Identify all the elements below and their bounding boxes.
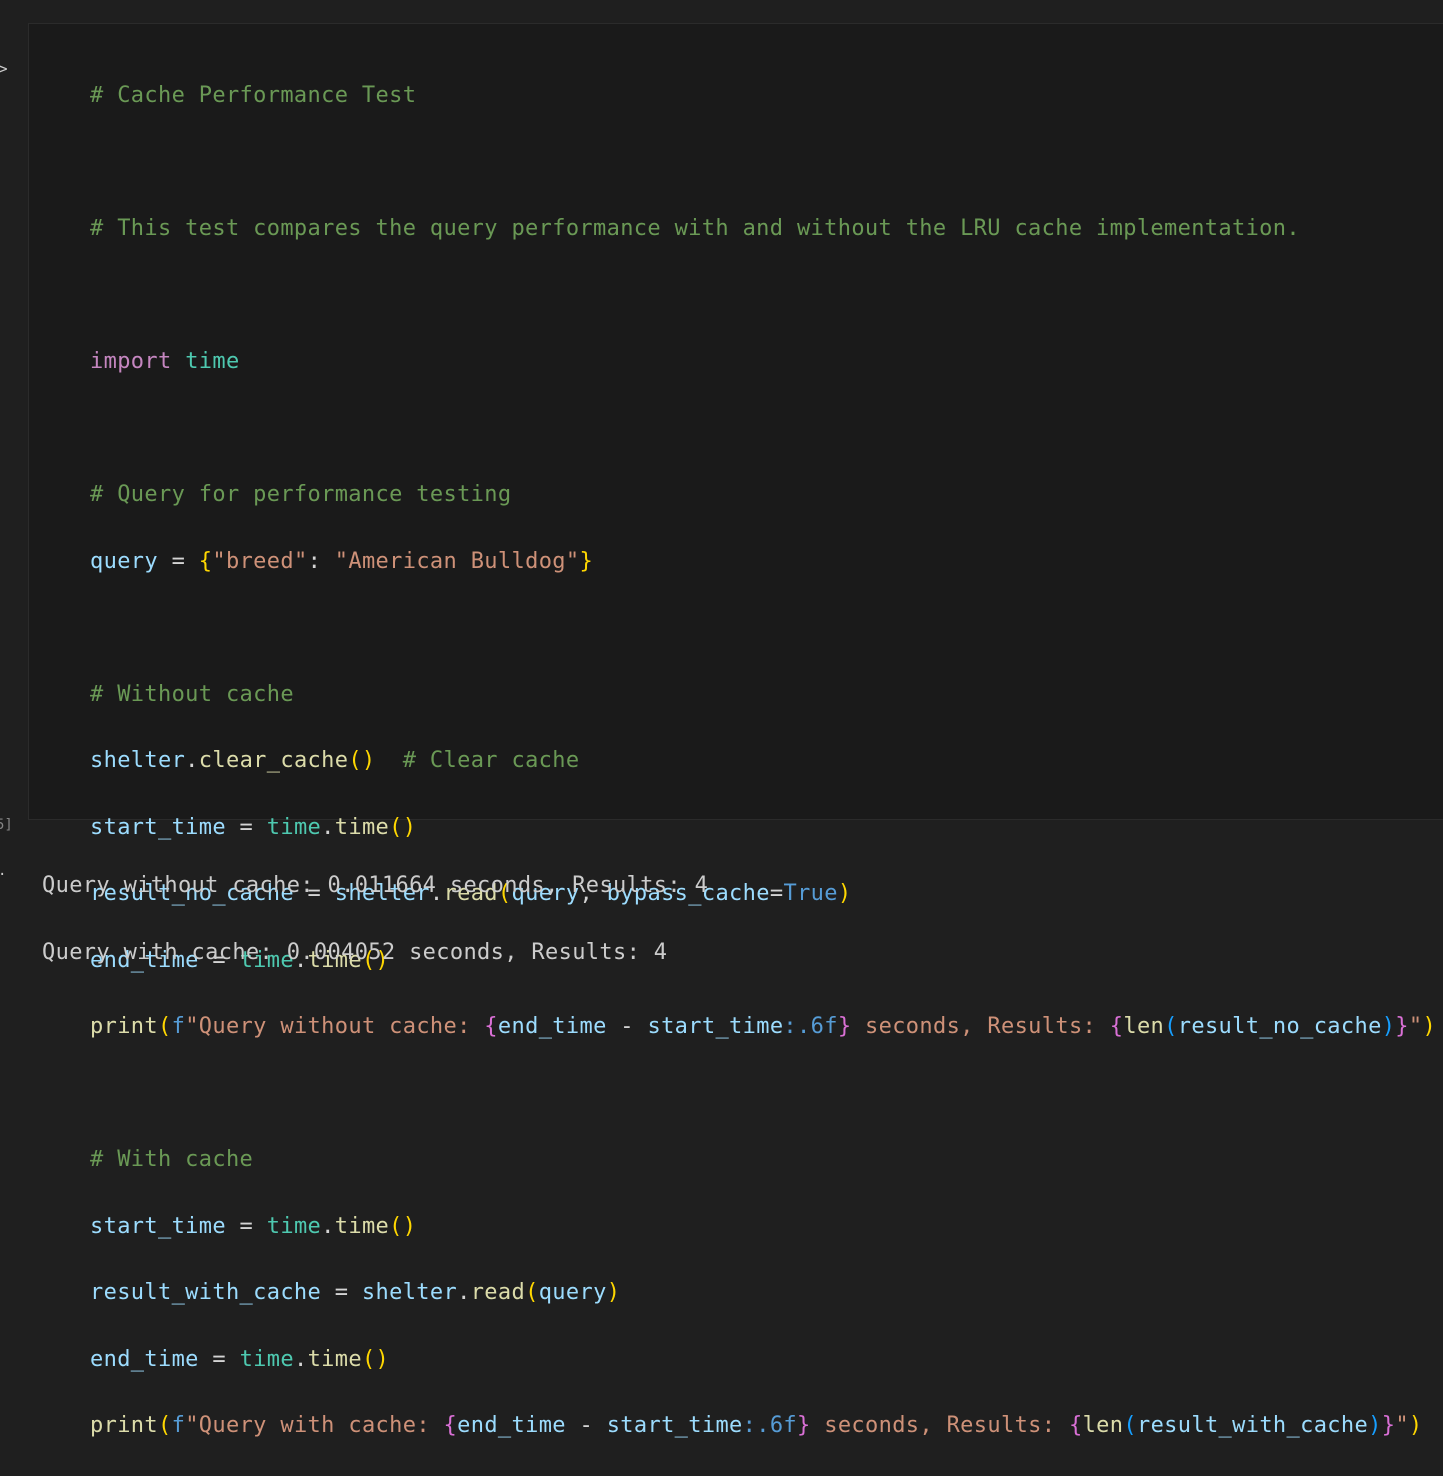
code-block[interactable]: # Cache Performance Test # This test com… xyxy=(90,46,1436,1476)
variable: end_time xyxy=(90,1346,199,1372)
variable: result_no_cache xyxy=(1177,1014,1382,1040)
comment: # Without cache xyxy=(90,681,294,707)
execution-count: 5] xyxy=(0,817,13,833)
function-name: read xyxy=(470,1280,526,1306)
module-name: time xyxy=(266,1213,322,1239)
code-line-8: query = {"breed": "American Bulldog"} xyxy=(90,548,594,574)
comment: # Cache Performance Test xyxy=(90,83,417,109)
code-line-19: result_with_cache = shelter.read(query) xyxy=(90,1280,621,1306)
string-literal: "Query without cache: xyxy=(185,1014,485,1040)
string-literal: " xyxy=(1408,1014,1423,1040)
output-line-2: Query with cache: 0.004052 seconds, Resu… xyxy=(42,939,668,965)
fstring-prefix: f xyxy=(171,1014,186,1040)
string-literal: seconds, Results: xyxy=(810,1413,1069,1439)
comment: # With cache xyxy=(90,1147,254,1173)
function-name: clear_cache xyxy=(198,748,349,774)
output-collapse-icon[interactable]: · xyxy=(0,865,6,885)
module-name: time xyxy=(239,1346,294,1372)
code-line-21: print(f"Query with cache: {end_time - st… xyxy=(90,1413,1423,1439)
variable: query xyxy=(90,548,158,574)
code-cell-editor[interactable]: # Cache Performance Test # This test com… xyxy=(28,23,1443,1438)
format-spec: :.6f xyxy=(783,1014,838,1040)
variable: query xyxy=(538,1280,607,1306)
function-name: print xyxy=(90,1014,158,1040)
collapse-chevron-icon[interactable]: > xyxy=(0,59,8,79)
string-literal: "Query with cache: xyxy=(185,1413,444,1439)
function-name: print xyxy=(90,1413,158,1439)
string-literal: "American Bulldog" xyxy=(334,548,580,574)
keyword: import xyxy=(90,349,172,375)
code-line-17: # With cache xyxy=(90,1143,1436,1176)
string-literal: "breed" xyxy=(212,548,308,574)
function-name: time xyxy=(334,1213,390,1239)
function-name: time xyxy=(307,1346,362,1372)
variable: end_time xyxy=(457,1413,566,1439)
comment: # This test compares the query performan… xyxy=(90,216,1300,242)
variable: start_time xyxy=(606,1413,743,1439)
code-line-11: shelter.clear_cache() # Clear cache xyxy=(90,748,580,774)
cell-toolbar-strip xyxy=(0,0,1443,23)
code-line-18: start_time = time.time() xyxy=(90,1213,417,1239)
string-literal: seconds, Results: xyxy=(851,1014,1110,1040)
code-line-1: # Cache Performance Test xyxy=(90,79,1436,112)
code-line-20: end_time = time.time() xyxy=(90,1346,390,1372)
code-line-3: # This test compares the query performan… xyxy=(90,212,1436,245)
fstring-prefix: f xyxy=(171,1413,186,1439)
code-line-5: import time xyxy=(90,345,1436,378)
module-name: time xyxy=(185,349,240,375)
code-line-15: print(f"Query without cache: {end_time -… xyxy=(90,1014,1437,1040)
comment: # Query for performance testing xyxy=(90,482,512,508)
function-name: len xyxy=(1082,1413,1124,1439)
string-literal: " xyxy=(1395,1413,1409,1439)
output-line-1: Query without cache: 0.011664 seconds, R… xyxy=(42,873,709,899)
variable: result_with_cache xyxy=(90,1280,322,1306)
variable: start_time xyxy=(647,1014,784,1040)
variable: result_with_cache xyxy=(1136,1413,1369,1439)
code-line-10: # Without cache xyxy=(90,678,1436,711)
format-spec: :.6f xyxy=(742,1413,798,1439)
code-line-7: # Query for performance testing xyxy=(90,478,1436,511)
comment: # Clear cache xyxy=(402,748,580,774)
cell-gutter: > 5] · xyxy=(0,23,28,908)
cell-output: Query without cache: 0.011664 seconds, R… xyxy=(42,836,708,1002)
variable: start_time xyxy=(90,1213,226,1239)
constant: True xyxy=(783,881,838,907)
variable: shelter xyxy=(361,1280,458,1306)
variable: shelter xyxy=(90,748,186,774)
function-name: len xyxy=(1123,1014,1165,1040)
variable: end_time xyxy=(497,1014,607,1040)
